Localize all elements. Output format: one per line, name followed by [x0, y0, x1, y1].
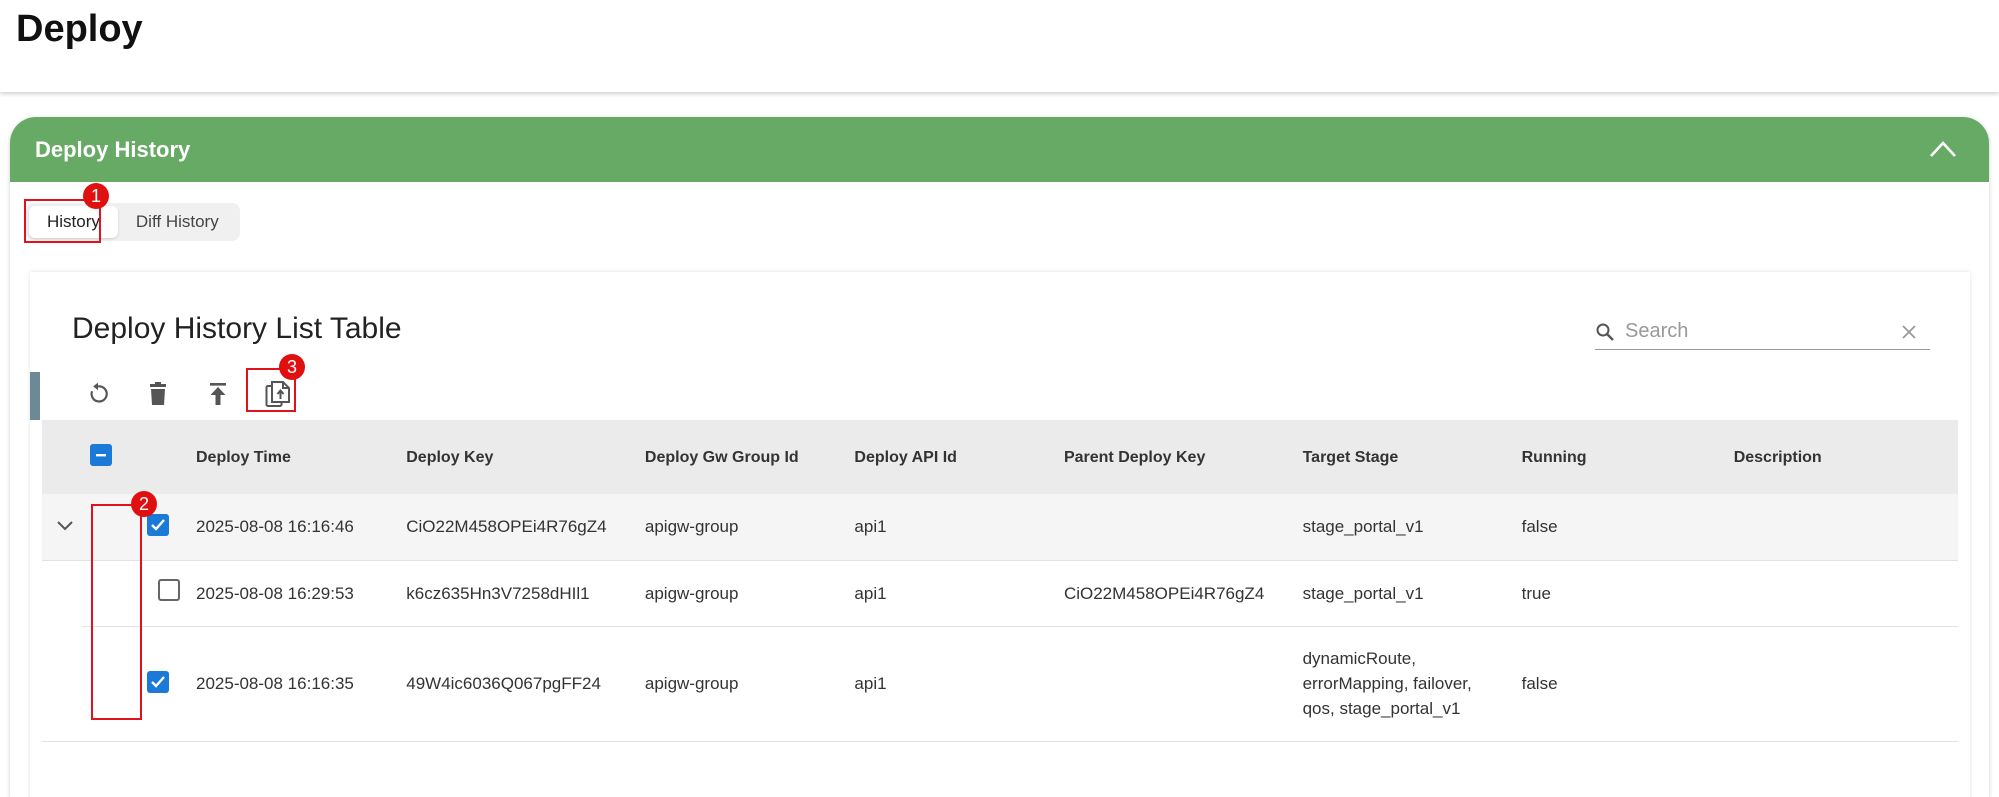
tab-bar: History Diff History [26, 203, 240, 241]
deploy-history-card: Deploy History History Diff History 1 De… [10, 117, 1989, 797]
cell-deploy-key: CiO22M458OPEi4R76gZ4 [398, 494, 637, 561]
cell-description [1725, 626, 1958, 742]
cell-running: false [1513, 626, 1726, 742]
column-header-deploy-key[interactable]: Deploy Key [398, 420, 637, 494]
cell-gw-group-id: apigw-group [636, 494, 847, 561]
cell-target-stage: dynamicRoute, errorMapping, failover, qo… [1294, 626, 1514, 742]
cell-parent-deploy-key: CiO22M458OPEi4R76gZ4 [1055, 560, 1295, 627]
card-header: Deploy History [10, 117, 1989, 182]
cell-target-stage: stage_portal_v1 [1294, 494, 1514, 561]
table-title: Deploy History List Table [72, 312, 402, 345]
clear-search-icon[interactable] [1900, 323, 1918, 341]
cell-gw-group-id: apigw-group [636, 626, 847, 742]
table-toolbar [68, 370, 308, 418]
top-bar: Deploy [0, 0, 1999, 92]
column-header-api-id[interactable]: Deploy API Id [846, 420, 1056, 494]
search-input[interactable] [1625, 320, 1900, 343]
table-row[interactable]: 2025-08-08 16:16:35 49W4ic6036Q067pgFF24… [42, 626, 1958, 742]
collapse-button[interactable] [1927, 135, 1959, 163]
tab-history[interactable]: History [29, 206, 118, 238]
deploy-history-table: Deploy Time Deploy Key Deploy Gw Group I… [42, 420, 1958, 742]
cell-description [1725, 560, 1958, 627]
cell-deploy-key: 49W4ic6036Q067pgFF24 [398, 626, 637, 742]
column-header-description[interactable]: Description [1726, 420, 1958, 494]
cell-running: false [1513, 494, 1726, 561]
upload-icon [210, 383, 226, 405]
cell-running: true [1513, 560, 1726, 627]
annotation-badge-2: 2 [131, 491, 157, 517]
tab-diff-history[interactable]: Diff History [118, 206, 237, 238]
column-header-deploy-time[interactable]: Deploy Time [188, 420, 398, 494]
row-checkbox[interactable] [147, 671, 169, 693]
column-header-gw-group-id[interactable]: Deploy Gw Group Id [637, 420, 847, 494]
cell-api-id: api1 [846, 560, 1056, 627]
row-checkbox[interactable] [158, 578, 180, 601]
history-table-panel: Deploy History List Table 3 [30, 272, 1970, 797]
cell-deploy-key: k6cz635Hn3V7258dHIl1 [398, 560, 637, 627]
cell-description [1725, 494, 1958, 561]
expand-row-icon[interactable] [56, 520, 74, 532]
export-document-icon [265, 381, 290, 407]
refresh-icon [90, 382, 108, 403]
chevron-up-icon [1930, 141, 1956, 157]
cell-deploy-time: 2025-08-08 16:29:53 [188, 560, 399, 627]
row-checkbox[interactable] [147, 514, 169, 537]
select-all-checkbox[interactable] [90, 443, 112, 466]
cell-api-id: api1 [846, 494, 1056, 561]
cell-parent-deploy-key [1055, 626, 1295, 742]
column-header-running[interactable]: Running [1514, 420, 1726, 494]
card-title: Deploy History [35, 136, 191, 162]
cell-gw-group-id: apigw-group [636, 560, 847, 627]
column-header-target-stage[interactable]: Target Stage [1295, 420, 1514, 494]
table-row[interactable]: 2025-08-08 16:16:46 CiO22M458OPEi4R76gZ4… [42, 494, 1958, 561]
search-box [1595, 314, 1930, 350]
table-header-row: Deploy Time Deploy Key Deploy Gw Group I… [42, 420, 1958, 494]
page-title: Deploy [16, 8, 143, 50]
upload-button[interactable] [188, 370, 248, 418]
delete-icon [150, 382, 166, 405]
annotation-badge-3: 3 [279, 354, 305, 380]
cell-deploy-time: 2025-08-08 16:16:46 [188, 494, 399, 561]
refresh-button[interactable] [68, 370, 128, 418]
cell-deploy-time: 2025-08-08 16:16:35 [188, 626, 399, 742]
column-header-parent-deploy-key[interactable]: Parent Deploy Key [1056, 420, 1295, 494]
table-row[interactable]: 2025-08-08 16:29:53 k6cz635Hn3V7258dHIl1… [42, 560, 1958, 627]
cell-parent-deploy-key [1055, 494, 1295, 561]
delete-button[interactable] [128, 370, 188, 418]
cell-target-stage: stage_portal_v1 [1294, 560, 1514, 627]
search-icon [1596, 323, 1614, 341]
toolbar-indicator [30, 372, 40, 420]
cell-api-id: api1 [846, 626, 1056, 742]
annotation-badge-1: 1 [83, 183, 109, 209]
